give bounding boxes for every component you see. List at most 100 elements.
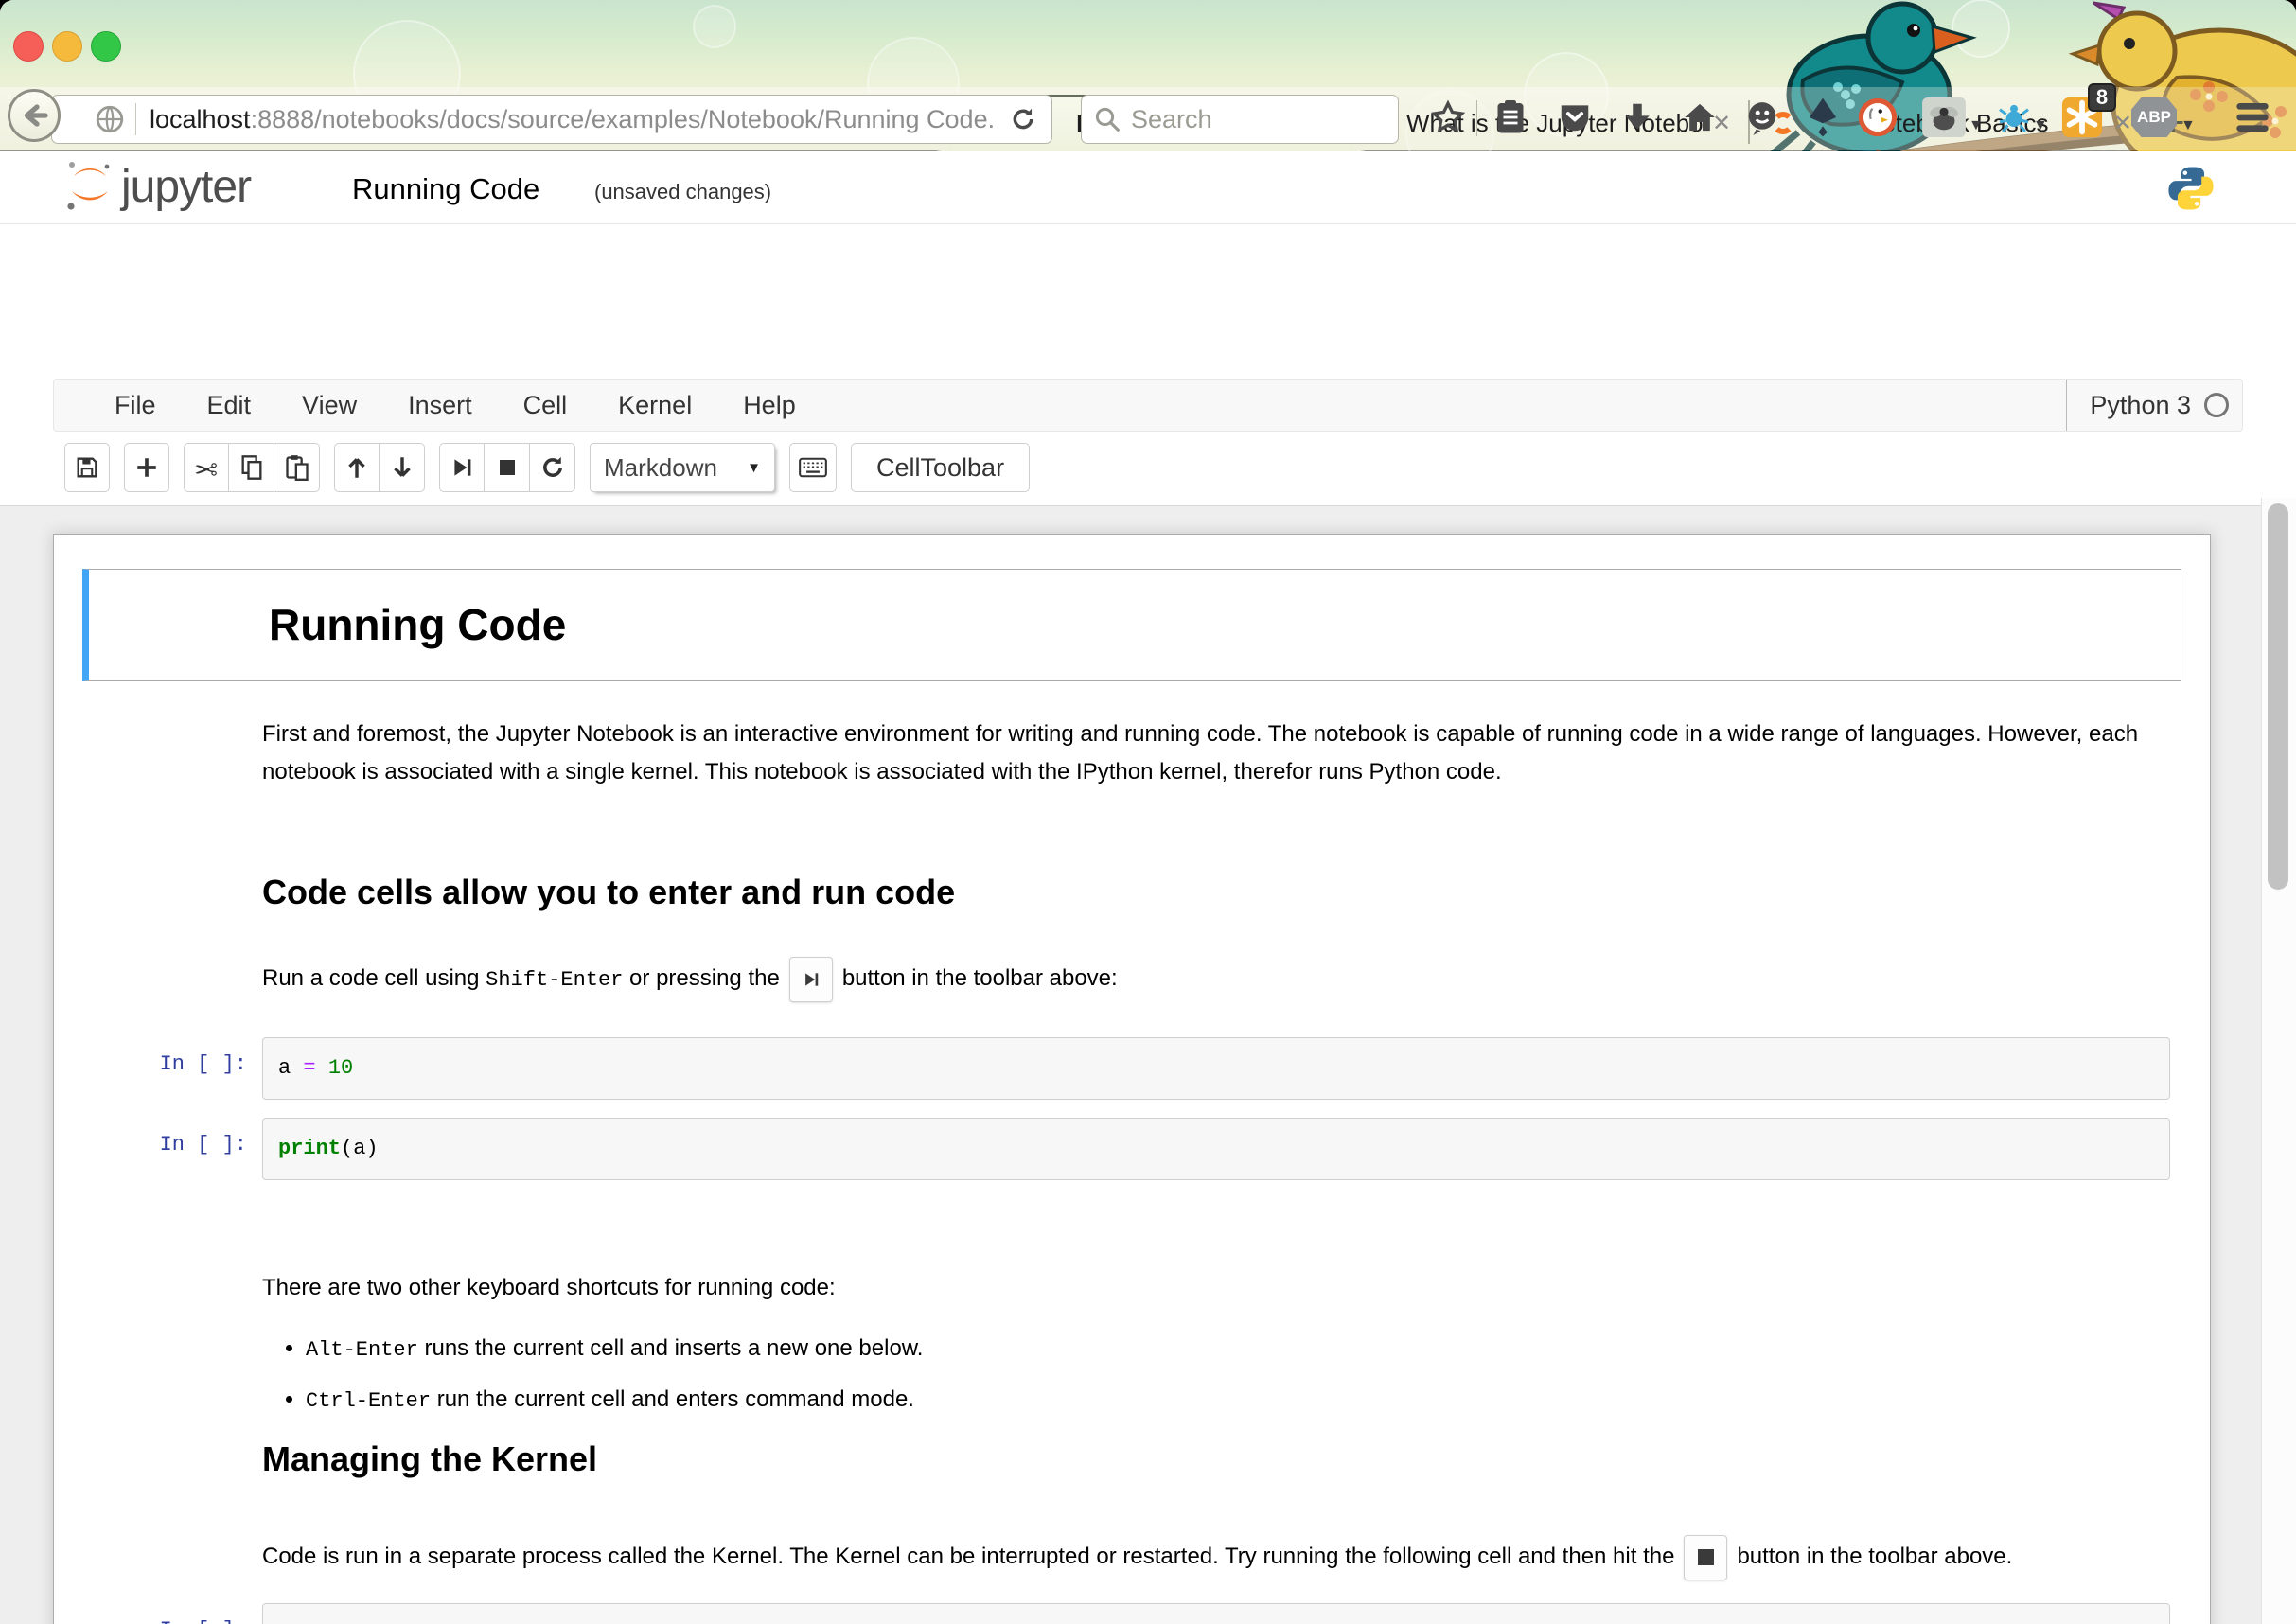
scrollbar-thumb[interactable]	[2268, 503, 2288, 890]
menu-insert[interactable]: Insert	[382, 391, 498, 420]
jupyter-logo-icon	[64, 159, 114, 214]
zoom-window-button[interactable]	[91, 31, 121, 62]
feedback-smiley-button[interactable]	[1740, 95, 1785, 140]
code-cell-a-equals-10[interactable]: In [ ]: a = 10	[82, 1037, 2181, 1100]
back-button[interactable]	[8, 89, 61, 142]
move-button-group	[334, 443, 425, 492]
site-identity-globe-icon[interactable]	[94, 103, 126, 135]
fly-icon	[1922, 97, 1966, 137]
interrupt-kernel-button[interactable]	[485, 443, 530, 492]
menu-edit[interactable]: Edit	[182, 391, 277, 420]
refresh-icon	[539, 454, 566, 481]
markdown-cell-shortcut-list[interactable]: Alt-Enter runs the current cell and inse…	[82, 1318, 2181, 1421]
notebook-header: jupyter Running Code (unsaved changes)	[0, 151, 2296, 224]
save-icon	[74, 454, 100, 481]
markdown-cell-shortcuts[interactable]: There are two other keyboard shortcuts f…	[82, 1269, 2181, 1307]
bug-extension-button[interactable]	[1991, 95, 2037, 140]
step-forward-icon	[802, 970, 821, 989]
extension-badge-count: 8	[2088, 83, 2116, 112]
arrow-up-icon	[344, 454, 369, 481]
search-input[interactable]: Search	[1081, 95, 1399, 144]
run-cell-button[interactable]	[439, 443, 485, 492]
menu-kernel[interactable]: Kernel	[592, 391, 717, 420]
code-editor[interactable]: print(a)	[262, 1118, 2170, 1180]
back-arrow-icon	[17, 98, 51, 132]
menu-file[interactable]: File	[89, 391, 182, 420]
markdown-cell-run-instructions[interactable]: Run a code cell using Shift-Enter or pre…	[82, 952, 2181, 1007]
intro-paragraph: First and foremost, the Jupyter Notebook…	[262, 715, 2170, 791]
reading-list-button[interactable]	[1488, 95, 1533, 140]
paste-cells-button[interactable]	[274, 443, 320, 492]
run-button-group	[439, 443, 575, 492]
notebook-title[interactable]: Running Code	[352, 172, 539, 206]
bookmark-star-button[interactable]	[1425, 95, 1471, 140]
urlbar-divider	[135, 103, 136, 135]
fly-extension-caret-icon[interactable]: ▼	[1969, 117, 1984, 134]
move-cell-up-button[interactable]	[334, 443, 380, 492]
cell-toolbar-button[interactable]: CellToolbar	[851, 443, 1030, 492]
input-prompt: In [ ]:	[82, 1037, 262, 1076]
duckduckgo-button[interactable]	[1855, 95, 1900, 140]
run-instructions-paragraph: Run a code cell using Shift-Enter or pre…	[262, 952, 2170, 1007]
code-cell-import-time[interactable]: In [ ]: import timetime.sleep(10)	[82, 1603, 2181, 1624]
menu-help[interactable]: Help	[717, 391, 821, 420]
restart-kernel-button[interactable]	[530, 443, 575, 492]
notebook-h1: Running Code	[269, 600, 2169, 650]
code-cell-print-a[interactable]: In [ ]: print(a)	[82, 1118, 2181, 1180]
save-button[interactable]	[64, 443, 110, 492]
adblock-caret-icon[interactable]: ▼	[2181, 117, 2196, 134]
markdown-cell-kernel-heading[interactable]: Managing the Kernel	[82, 1438, 2181, 1481]
url-bar[interactable]: localhost:8888/notebooks/docs/source/exa…	[51, 95, 1052, 144]
kernel-name: Python 3	[2090, 391, 2191, 420]
ctrl-enter-code: Ctrl-Enter	[306, 1389, 431, 1413]
markdown-cell-kernel-paragraph[interactable]: Code is run in a separate process called…	[82, 1534, 2181, 1580]
kite-icon	[1805, 97, 1841, 138]
paste-icon	[285, 454, 309, 481]
url-text[interactable]: localhost:8888/notebooks/docs/source/exa…	[150, 105, 995, 134]
markdown-cell-selected[interactable]: Running Code	[82, 569, 2181, 681]
reload-button[interactable]	[1008, 104, 1038, 134]
adblock-plus-button[interactable]: ABP	[2131, 95, 2177, 140]
move-cell-down-button[interactable]	[380, 443, 425, 492]
home-button[interactable]	[1677, 95, 1722, 140]
close-window-button[interactable]	[13, 31, 44, 62]
shortcut-list-item: Alt-Enter runs the current cell and inse…	[306, 1330, 2170, 1369]
duckduckgo-icon	[1857, 97, 1899, 138]
code-editor[interactable]: import timetime.sleep(10)	[262, 1603, 2170, 1624]
search-icon	[1093, 105, 1122, 133]
markdown-cell-code-cells-heading[interactable]: Code cells allow you to enter and run co…	[82, 871, 2181, 914]
jupyter-logo-text: jupyter	[121, 161, 251, 214]
menu-cell[interactable]: Cell	[498, 391, 593, 420]
fly-extension-button[interactable]	[1921, 95, 1967, 140]
downloads-button[interactable]	[1615, 95, 1660, 140]
copy-cells-button[interactable]	[229, 443, 274, 492]
inline-stop-button-image	[1684, 1535, 1727, 1580]
menu-hamburger-button[interactable]	[2230, 95, 2275, 140]
page-scrollbar[interactable]	[2261, 498, 2296, 1624]
notebook-container: Running Code First and foremost, the Jup…	[53, 534, 2211, 1624]
bug-icon	[1995, 98, 2033, 136]
menu-view[interactable]: View	[276, 391, 382, 420]
insert-cell-below-button[interactable]	[124, 443, 169, 492]
download-arrow-icon	[1619, 99, 1655, 135]
code-editor[interactable]: a = 10	[262, 1037, 2170, 1100]
code-cells-heading: Code cells allow you to enter and run co…	[262, 871, 2170, 914]
cell-type-value: Markdown	[604, 453, 747, 483]
bug-extension-caret-icon[interactable]: ▼	[2033, 117, 2048, 134]
kernel-indicator: Python 3	[2066, 380, 2229, 431]
smiley-icon	[1744, 99, 1780, 135]
jupyter-logo[interactable]: jupyter	[64, 159, 251, 214]
shift-enter-code: Shift-Enter	[486, 968, 623, 992]
command-palette-button[interactable]	[789, 443, 837, 492]
minimize-window-button[interactable]	[52, 31, 82, 62]
keyboard-icon	[799, 456, 827, 479]
pocket-button[interactable]	[1552, 95, 1598, 140]
window-controls	[13, 31, 121, 62]
browser-window: New Tab ✕ examples/Notebook/ ✕ Running C…	[0, 0, 2296, 1624]
cut-cells-button[interactable]: ✂	[184, 443, 229, 492]
extension-kite-button[interactable]	[1800, 95, 1846, 140]
notebook-toolbar: ✂	[53, 441, 1030, 494]
markdown-cell-intro[interactable]: First and foremost, the Jupyter Notebook…	[82, 715, 2181, 791]
cell-type-select[interactable]: Markdown ▼	[590, 443, 775, 492]
copy-icon	[239, 454, 264, 481]
